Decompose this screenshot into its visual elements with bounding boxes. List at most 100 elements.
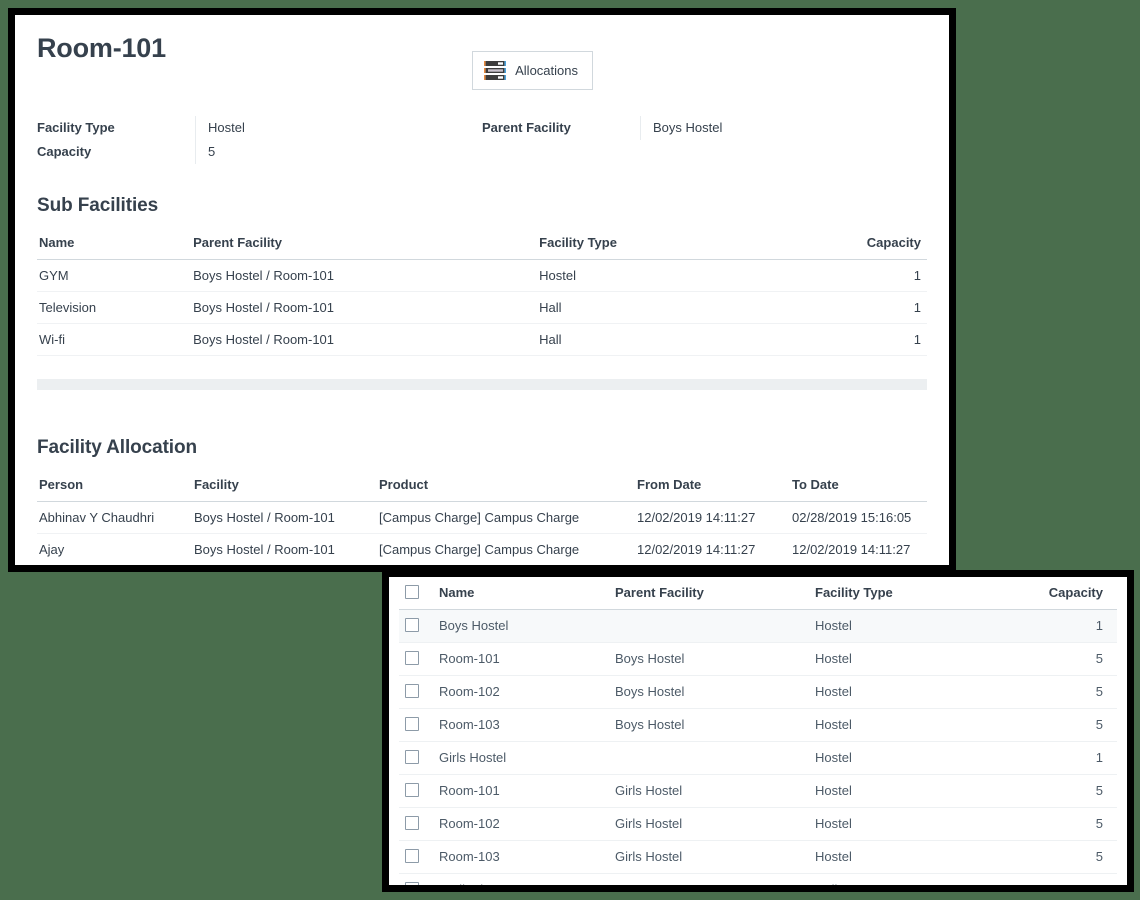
row-select-cell <box>399 775 433 808</box>
column-header-from-date[interactable]: From Date <box>635 473 790 502</box>
cell-facility-type: Hostel <box>809 775 1021 808</box>
cell-product: [Campus Charge] Campus Charge <box>377 534 635 566</box>
row-select-cell <box>399 742 433 775</box>
list-item[interactable]: Girls Hostel Hostel 1 <box>399 742 1117 775</box>
table-row[interactable]: Abhinav Y Chaudhri Boys Hostel / Room-10… <box>37 502 927 534</box>
cell-capacity: 5 <box>1021 643 1117 676</box>
sub-facilities-table: Name Parent Facility Facility Type Capac… <box>37 231 927 356</box>
cell-facility-type: Hostel <box>809 610 1021 643</box>
cell-parent-facility <box>609 742 809 775</box>
cell-name: Television <box>37 292 191 324</box>
cell-facility-type: Hostel <box>809 808 1021 841</box>
facility-picker-table: Name Parent Facility Facility Type Capac… <box>399 577 1117 892</box>
cell-name: Room-103 <box>433 709 609 742</box>
column-header-product[interactable]: Product <box>377 473 635 502</box>
table-row[interactable]: Wi-fi Boys Hostel / Room-101 Hall 1 <box>37 324 927 356</box>
horizontal-scrollbar[interactable] <box>37 379 927 390</box>
row-checkbox[interactable] <box>405 651 419 665</box>
column-header-to-date[interactable]: To Date <box>790 473 927 502</box>
cell-to-date: 12/02/2019 14:11:27 <box>790 534 927 566</box>
allocations-list-icon <box>484 61 506 80</box>
column-header-capacity[interactable]: Capacity <box>1021 577 1117 610</box>
cell-parent-facility: Girls Hostel <box>609 775 809 808</box>
sub-facilities-table-body: GYM Boys Hostel / Room-101 Hostel 1 Tele… <box>37 260 927 356</box>
cell-capacity: 5 <box>1021 775 1117 808</box>
cell-parent-facility <box>609 610 809 643</box>
column-header-name[interactable]: Name <box>37 231 191 260</box>
cell-facility-type: Hall <box>537 324 865 356</box>
table-header-row: Person Facility Product From Date To Dat… <box>37 473 927 502</box>
column-header-facility-type[interactable]: Facility Type <box>537 231 865 260</box>
cell-capacity: 5 <box>1021 808 1117 841</box>
select-all-checkbox[interactable] <box>405 585 419 599</box>
column-header-name[interactable]: Name <box>433 577 609 610</box>
column-header-facility-type[interactable]: Facility Type <box>809 577 1021 610</box>
cell-name: Girls Hostel <box>433 742 609 775</box>
cell-capacity: 1 <box>1021 742 1117 775</box>
sub-facilities-title: Sub Facilities <box>37 195 927 217</box>
record-header: Room-101 <box>37 31 927 97</box>
field-value[interactable]: 5 <box>195 140 482 164</box>
field-value[interactable]: Boys Hostel <box>640 116 927 140</box>
column-header-parent-facility[interactable]: Parent Facility <box>191 231 537 260</box>
row-checkbox[interactable] <box>405 783 419 797</box>
row-select-cell <box>399 610 433 643</box>
list-item[interactable]: Room-103 Boys Hostel Hostel 5 <box>399 709 1117 742</box>
allocations-button-label: Allocations <box>515 63 578 79</box>
field-value <box>640 140 927 164</box>
cell-parent-facility <box>609 874 809 893</box>
list-item[interactable]: Room-103 Girls Hostel Hostel 5 <box>399 841 1117 874</box>
cell-facility-type: Hostel <box>809 709 1021 742</box>
row-checkbox[interactable] <box>405 849 419 863</box>
cell-parent-facility: Boys Hostel <box>609 709 809 742</box>
cell-facility-type: Hostel <box>537 260 865 292</box>
row-select-cell <box>399 676 433 709</box>
cell-name: Auditorium <box>433 874 609 893</box>
field-label <box>482 140 640 144</box>
row-checkbox[interactable] <box>405 684 419 698</box>
page-title: Room-101 <box>37 31 166 65</box>
list-item[interactable]: Room-101 Boys Hostel Hostel 5 <box>399 643 1117 676</box>
field-value[interactable]: Hostel <box>195 116 482 140</box>
record-fields: Facility Type Hostel Capacity 5 Parent F… <box>37 116 927 164</box>
cell-from-date: 12/02/2019 14:11:27 <box>635 534 790 566</box>
cell-parent-facility: Girls Hostel <box>609 841 809 874</box>
cell-name: Room-101 <box>433 643 609 676</box>
column-header-capacity[interactable]: Capacity <box>865 231 927 260</box>
row-checkbox[interactable] <box>405 717 419 731</box>
row-checkbox[interactable] <box>405 816 419 830</box>
list-item[interactable]: Boys Hostel Hostel 1 <box>399 610 1117 643</box>
field-label: Parent Facility <box>482 116 640 140</box>
record-fields-right-column: Parent Facility Boys Hostel <box>482 116 927 164</box>
cell-parent-facility: Boys Hostel <box>609 676 809 709</box>
row-checkbox[interactable] <box>405 618 419 632</box>
cell-parent-facility: Boys Hostel / Room-101 <box>191 260 537 292</box>
cell-name: Room-103 <box>433 841 609 874</box>
table-row[interactable]: Television Boys Hostel / Room-101 Hall 1 <box>37 292 927 324</box>
column-header-facility[interactable]: Facility <box>192 473 377 502</box>
cell-to-date: 02/28/2019 15:16:05 <box>790 502 927 534</box>
row-select-cell <box>399 709 433 742</box>
cell-capacity: 1 <box>865 292 927 324</box>
column-header-person[interactable]: Person <box>37 473 192 502</box>
facility-picker-table-body: Boys Hostel Hostel 1 Room-101 Boys Hoste… <box>399 610 1117 893</box>
cell-capacity: 5 <box>1021 841 1117 874</box>
table-header-row: Name Parent Facility Facility Type Capac… <box>399 577 1117 610</box>
list-item[interactable]: Room-101 Girls Hostel Hostel 5 <box>399 775 1117 808</box>
list-item[interactable]: Auditorium Hall 1 <box>399 874 1117 893</box>
allocations-button[interactable]: Allocations <box>472 51 593 90</box>
field-parent-facility: Parent Facility Boys Hostel <box>482 116 927 140</box>
row-checkbox[interactable] <box>405 882 419 892</box>
table-row[interactable]: GYM Boys Hostel / Room-101 Hostel 1 <box>37 260 927 292</box>
cell-person: Alexis K Smith <box>37 566 192 573</box>
row-checkbox[interactable] <box>405 750 419 764</box>
column-header-parent-facility[interactable]: Parent Facility <box>609 577 809 610</box>
table-row[interactable]: Ajay Boys Hostel / Room-101 [Campus Char… <box>37 534 927 566</box>
cell-capacity: 1 <box>865 260 927 292</box>
list-item[interactable]: Room-102 Girls Hostel Hostel 5 <box>399 808 1117 841</box>
facility-allocation-title: Facility Allocation <box>37 437 927 459</box>
list-item[interactable]: Room-102 Boys Hostel Hostel 5 <box>399 676 1117 709</box>
cell-capacity: 5 <box>1021 709 1117 742</box>
field-capacity: Capacity 5 <box>37 140 482 164</box>
cell-parent-facility: Boys Hostel / Room-101 <box>191 292 537 324</box>
